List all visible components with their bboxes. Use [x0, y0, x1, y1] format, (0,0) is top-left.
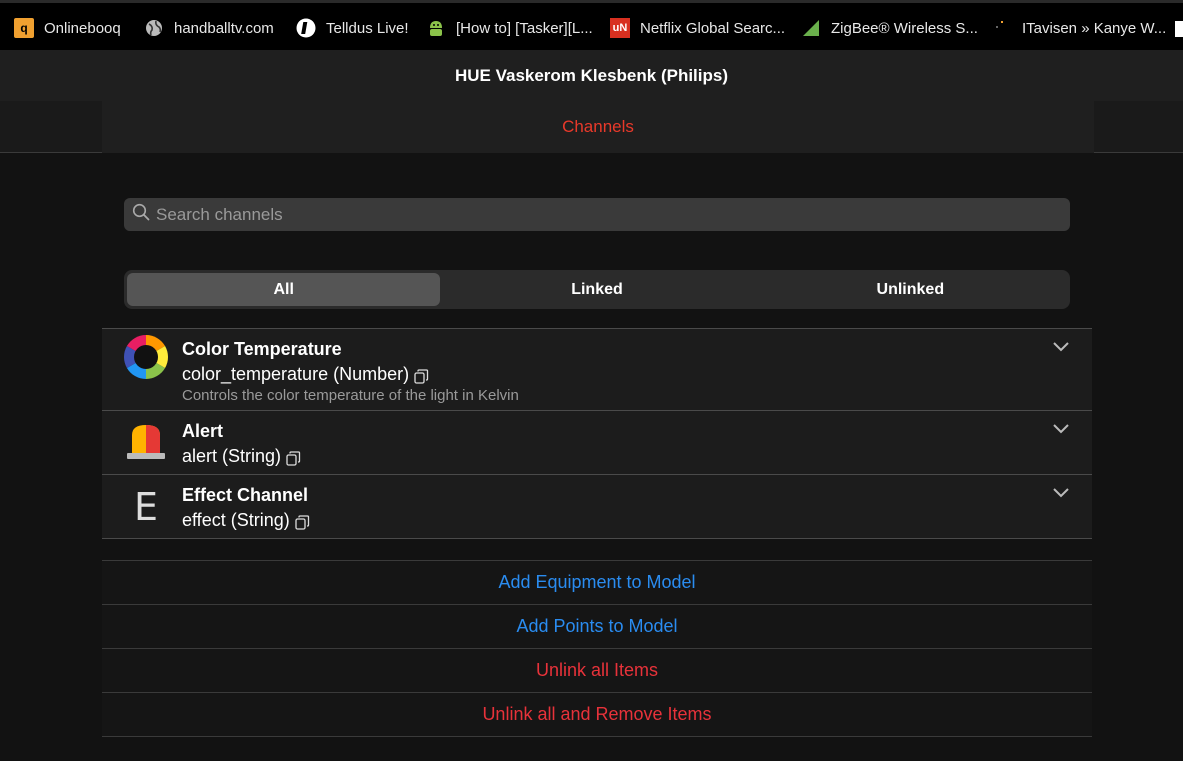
zigbee-logo-icon — [801, 18, 821, 38]
channel-name: Effect Channel — [182, 485, 309, 505]
bookmarks-bar: q Onlinebooq handballtv.com Telldus Live… — [0, 0, 1183, 50]
tab-bar: Channels — [0, 101, 1183, 153]
bookmark-netflix-search[interactable]: uN Netflix Global Searc... — [610, 3, 785, 53]
bookmark-label: Telldus Live! — [326, 19, 409, 37]
page-title: HUE Vaskerom Klesbenk (Philips) — [454, 65, 729, 85]
channel-uid: color_temperature (Number) — [182, 364, 429, 385]
channel-item-alert[interactable]: Alert alert (String) — [102, 411, 1092, 475]
filter-segmented-control: All Linked Unlinked — [124, 270, 1070, 309]
search-input[interactable] — [156, 204, 1036, 225]
channel-name: Alert — [182, 421, 224, 441]
bookmark-overflow-edge — [1175, 21, 1183, 37]
unlink-all-items-button[interactable]: Unlink all Items — [102, 649, 1092, 693]
bookmark-label: [How to] [Tasker][L... — [456, 19, 593, 37]
bookmark-onlinebooq[interactable]: q Onlinebooq — [14, 3, 121, 53]
tab-channels[interactable]: Channels — [562, 117, 634, 137]
telldus-logo-icon — [296, 18, 316, 38]
search-icon — [132, 203, 150, 226]
chevron-down-icon[interactable] — [1052, 485, 1070, 504]
channel-uid-text: color_temperature (Number) — [182, 364, 410, 384]
chevron-down-icon[interactable] — [1052, 421, 1070, 440]
channel-name: Color Temperature — [182, 339, 342, 359]
add-points-button[interactable]: Add Points to Model — [102, 605, 1092, 649]
bookmark-label: Netflix Global Searc... — [640, 19, 786, 37]
channel-uid-text: alert (String) — [182, 446, 282, 466]
bookmark-label: Onlinebooq — [44, 19, 121, 37]
channel-uid: alert (String) — [182, 446, 301, 467]
add-equipment-button[interactable]: Add Equipment to Model — [102, 561, 1092, 605]
globe-icon — [144, 18, 164, 38]
color-wheel-icon — [124, 335, 168, 384]
bookmark-handballtv[interactable]: handballtv.com — [144, 3, 274, 53]
bookmark-label: ITavisen » Kanye W... — [1022, 19, 1167, 37]
bookmark-label: handballtv.com — [174, 19, 274, 37]
channel-uid: effect (String) — [182, 510, 309, 531]
bookmark-telldus[interactable]: Telldus Live! — [296, 3, 409, 53]
filter-unlinked-button[interactable]: Unlinked — [754, 273, 1067, 306]
channel-description: Controls the color temperature of the li… — [182, 387, 519, 404]
filter-all-button[interactable]: All — [127, 273, 441, 306]
unogs-logo-icon: uN — [610, 18, 630, 38]
channel-item-color-temperature[interactable]: Color Temperature color_temperature (Num… — [102, 329, 1092, 411]
filter-linked-button[interactable]: Linked — [440, 273, 753, 306]
copy-icon[interactable] — [295, 514, 309, 530]
action-list: Add Equipment to Model Add Points to Mod… — [102, 560, 1092, 737]
chevron-down-icon[interactable] — [1052, 339, 1070, 358]
bookmark-itavisen[interactable]: ITavisen » Kanye W... — [992, 3, 1166, 53]
alarm-light-icon — [124, 421, 168, 470]
copy-icon[interactable] — [414, 368, 429, 384]
bookmark-tasker[interactable]: [How to] [Tasker][L... — [426, 3, 593, 53]
copy-icon[interactable] — [286, 450, 301, 466]
unlink-remove-items-button[interactable]: Unlink all and Remove Items — [102, 693, 1092, 737]
channel-list: Color Temperature color_temperature (Num… — [102, 328, 1092, 539]
android-icon — [426, 18, 446, 38]
q-logo-icon: q — [14, 18, 34, 38]
page-header: HUE Vaskerom Klesbenk (Philips) — [0, 50, 1183, 101]
bookmark-label: ZigBee® Wireless S... — [831, 19, 978, 37]
itavisen-logo-icon — [992, 18, 1012, 38]
bookmark-zigbee[interactable]: ZigBee® Wireless S... — [801, 3, 978, 53]
channel-uid-text: effect (String) — [182, 510, 290, 530]
letter-e-icon: E — [134, 485, 159, 529]
search-bar[interactable] — [124, 198, 1070, 231]
channel-item-effect[interactable]: E Effect Channel effect (String) — [102, 475, 1092, 539]
tab-bar-inner: Channels — [102, 101, 1094, 153]
